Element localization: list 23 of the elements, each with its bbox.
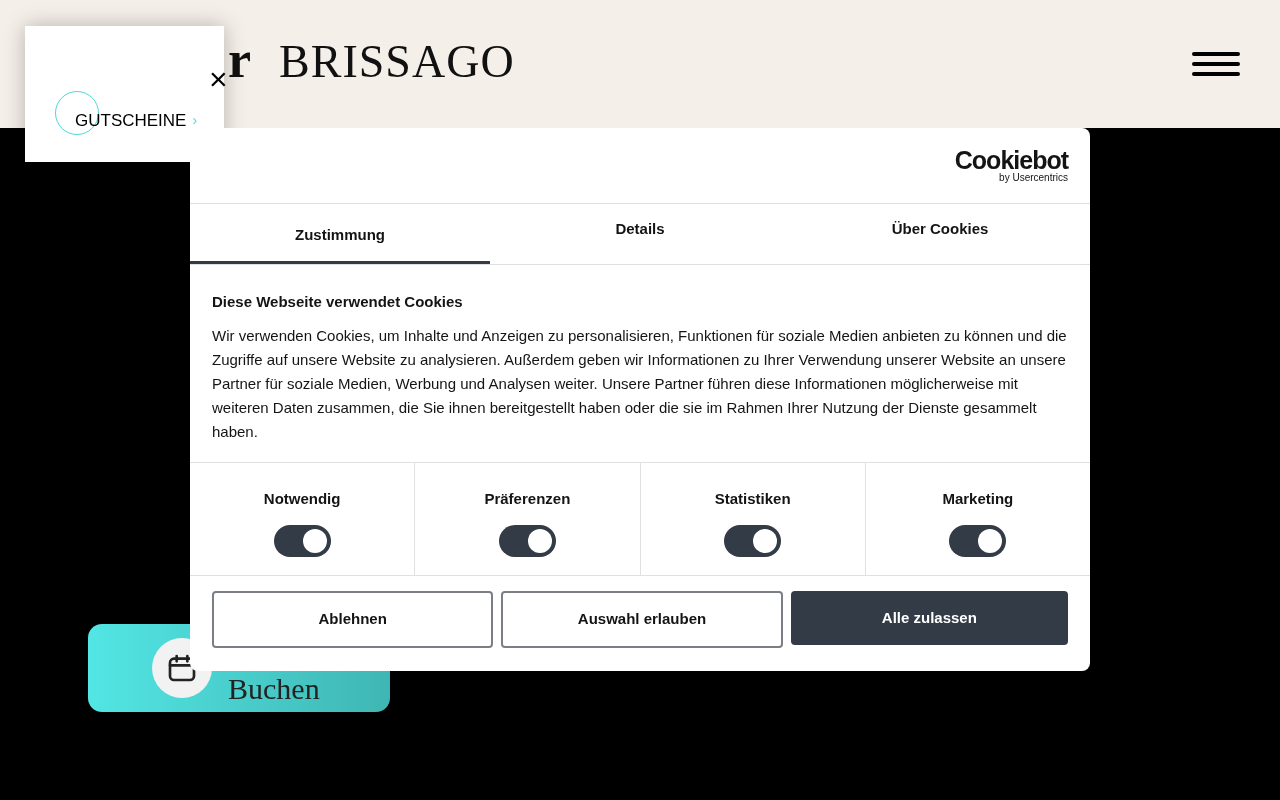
book-label: Buchen <box>228 674 320 704</box>
logo-text: r <box>228 34 252 86</box>
tab[interactable]: Über Cookies <box>790 204 1090 264</box>
allow-all-button[interactable]: Alle zulassen <box>790 591 1068 645</box>
category-label: Marketing <box>942 489 1014 509</box>
logo-text: BRISSAGO <box>279 39 515 85</box>
category-label: Notwendig <box>263 489 341 509</box>
close-button[interactable]: × <box>209 64 228 94</box>
toggle-switch[interactable] <box>949 524 1007 557</box>
vouchers-link[interactable]: GUTSCHEINE › <box>75 108 198 134</box>
toggle-switch[interactable] <box>498 524 556 557</box>
toggle-switch[interactable] <box>273 524 331 557</box>
dialog-text: Wir verwenden Cookies, um Inhalte und Anzeigen zu personalisieren, Funktionen für soziale Medien anbieten zu können und die Zugriffe auf unsere Website zu analysieren. Außerdem geben wir Informationen zu Ihrer Verwendung unserer Website an unsere Partner für soziale Medien, Werbung und Analysen weiter. Unsere Partner führen diese Informationen möglicherweise mit weiteren Daten zusammen, die Sie ihnen bereitgestellt haben oder die sie im Rahmen Ihrer Nutzung der Dienste gesammelt haben. <box>212 325 1068 442</box>
category-label: Statistiken <box>714 489 791 509</box>
tab[interactable]: Zustimmung <box>190 204 490 264</box>
category-label: Präferenzen <box>484 489 571 509</box>
tab[interactable]: Details <box>490 204 790 264</box>
dialog-button[interactable]: Ablehnen <box>212 591 494 648</box>
dialog-heading: Diese Webseite verwendet Cookies <box>212 292 464 312</box>
dialog-button[interactable]: Auswahl erlauben <box>501 591 783 648</box>
toggle-switch[interactable] <box>724 524 782 557</box>
menu-icon[interactable] <box>1192 52 1240 76</box>
brand-logo: Cookiebot by Usercentrics <box>954 148 1068 183</box>
